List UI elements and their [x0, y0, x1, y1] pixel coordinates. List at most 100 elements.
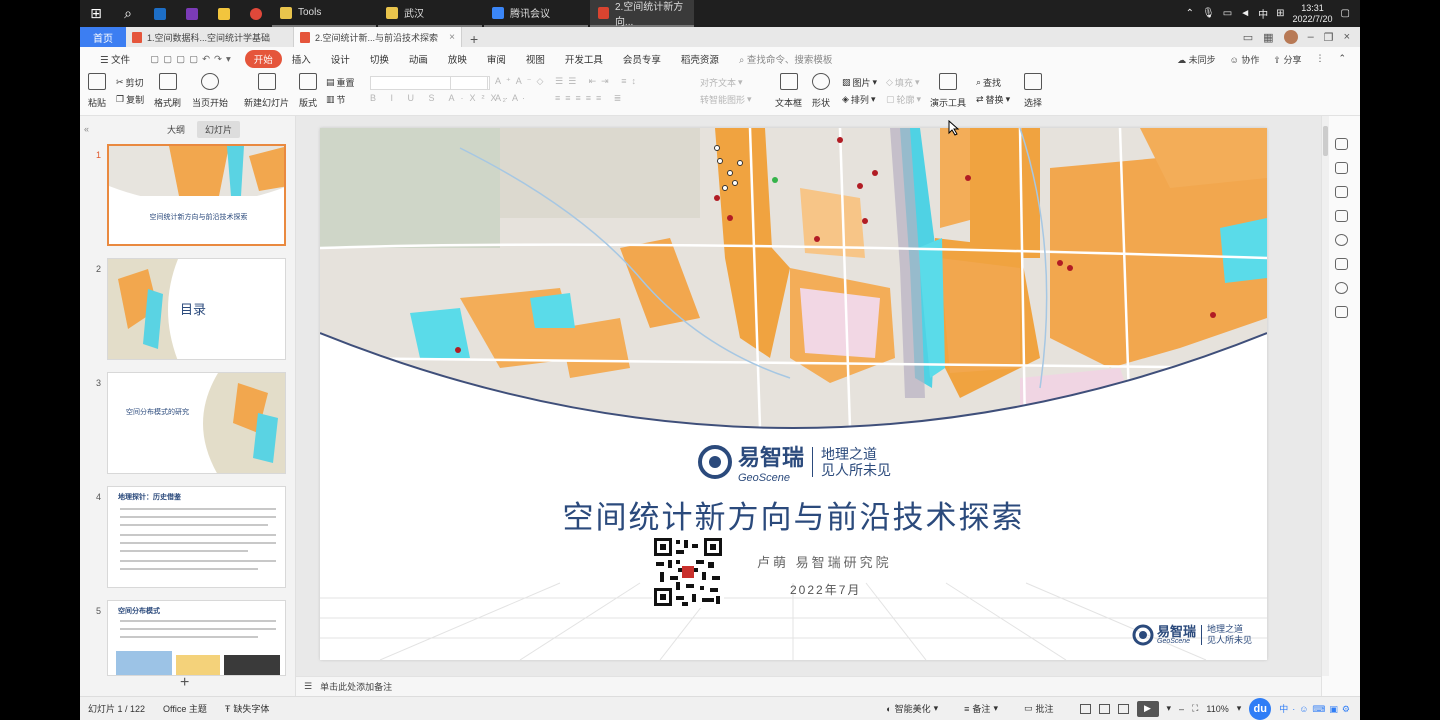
- arrange-button[interactable]: ◈ 排列 ▾: [842, 93, 875, 106]
- presenter-tools-button[interactable]: 演示工具: [930, 73, 966, 109]
- taskbar-app-tencent-meeting[interactable]: 腾讯会议: [484, 0, 588, 27]
- picture-button[interactable]: ▨ 图片 ▾: [842, 76, 877, 89]
- font-size-select[interactable]: [450, 76, 488, 90]
- animation-icon[interactable]: [1335, 138, 1348, 150]
- font-style-controls[interactable]: B I U S A·X²X₂: [370, 93, 512, 103]
- new-slide-button[interactable]: 新建幻灯片: [244, 73, 289, 109]
- tab-outline[interactable]: 大纲: [159, 121, 193, 138]
- paragraph-align-controls[interactable]: ≡≡≡≡≡ ≣: [555, 93, 626, 104]
- chrome-icon[interactable]: [240, 0, 272, 27]
- notification-icon[interactable]: ▢: [1341, 8, 1350, 19]
- format-painter-button[interactable]: 格式刷: [154, 73, 181, 109]
- missing-fonts-button[interactable]: Ŧ 缺失字体: [225, 702, 270, 715]
- slide-date[interactable]: 2022年7月: [790, 581, 861, 598]
- slide-thumbnail-3[interactable]: 空间分布模式的研究: [107, 372, 286, 474]
- vertical-scrollbar[interactable]: [1322, 116, 1329, 676]
- volume-icon[interactable]: ◄: [1240, 8, 1250, 19]
- outline-button[interactable]: ▢ 轮廓 ▾: [886, 93, 921, 106]
- taskbar-app-wps[interactable]: 2.空间统计新方向...: [590, 0, 694, 28]
- menu-review[interactable]: 审阅: [477, 52, 516, 66]
- slide-thumbnail-4[interactable]: 地理探针：历史借鉴: [107, 486, 286, 588]
- clock[interactable]: 13:31 2022/7/20: [1293, 3, 1333, 25]
- slide-canvas[interactable]: 易智瑞 GeoScene 地理之道 见人所未见 空间统计新方向与前沿技术探索 卢…: [320, 128, 1267, 660]
- zoom-out-icon[interactable]: –: [1179, 704, 1184, 714]
- zoom-dropdown-icon[interactable]: ▾: [1237, 703, 1242, 714]
- apps-grid-icon[interactable]: ▦: [1263, 31, 1273, 44]
- textbox-button[interactable]: 文本框: [775, 73, 802, 109]
- tab-home[interactable]: 首页: [80, 27, 126, 47]
- menu-insert[interactable]: 插入: [282, 52, 321, 66]
- replace-button[interactable]: ⇄ 替换 ▾: [976, 93, 1010, 106]
- menu-animations[interactable]: 动画: [399, 52, 438, 66]
- ime-mode-icon[interactable]: ⊞: [1276, 8, 1284, 19]
- chevron-up-icon[interactable]: ⌃: [1186, 8, 1194, 19]
- help-icon[interactable]: [1335, 234, 1348, 246]
- tab-slides[interactable]: 幻灯片: [197, 120, 241, 138]
- ime-indicator[interactable]: 中: [1258, 6, 1268, 21]
- menu-file[interactable]: ☰ 文件: [90, 52, 140, 66]
- sync-status[interactable]: ☁ 未同步: [1177, 53, 1216, 66]
- zoom-level[interactable]: 110%: [1206, 704, 1228, 714]
- backup-icon[interactable]: [1335, 258, 1348, 270]
- onenote-icon[interactable]: [176, 0, 208, 27]
- location-icon[interactable]: [1335, 282, 1348, 294]
- reset-button[interactable]: ▤ 重置: [326, 76, 355, 89]
- properties-icon[interactable]: [1335, 162, 1348, 174]
- taskbar-app-wuhan[interactable]: 武汉: [378, 0, 482, 27]
- tab-document-1[interactable]: 1.空间数据科...空间统计学基础: [126, 27, 294, 47]
- outlook-icon[interactable]: [144, 0, 176, 27]
- sticky-notes-icon[interactable]: [208, 0, 240, 27]
- font-size-controls[interactable]: A⁺A⁻◇: [495, 76, 548, 87]
- list-controls[interactable]: ☰☰ ⇤⇥ ≡↕: [555, 76, 641, 87]
- baidu-input-icon[interactable]: du: [1249, 697, 1272, 720]
- fit-window-icon[interactable]: ⛶: [1192, 703, 1198, 714]
- close-icon[interactable]: ×: [449, 32, 455, 43]
- close-window-icon[interactable]: ×: [1344, 31, 1350, 43]
- find-button[interactable]: ⌕ 查找: [976, 76, 1001, 89]
- layout-toggle-icon[interactable]: ▭: [1243, 31, 1253, 44]
- cut-button[interactable]: ✂ 剪切: [116, 76, 144, 89]
- paste-button[interactable]: 粘贴: [88, 73, 106, 109]
- transition-icon[interactable]: [1335, 186, 1348, 198]
- network-icon[interactable]: ▭: [1223, 8, 1232, 19]
- select-button[interactable]: 选择: [1024, 73, 1042, 109]
- reading-view-icon[interactable]: [1117, 703, 1129, 714]
- collapse-ribbon-icon[interactable]: ⌃: [1338, 53, 1346, 66]
- menu-member[interactable]: 会员专享: [613, 52, 671, 66]
- share-button[interactable]: ⇪ 分享: [1273, 53, 1301, 66]
- menu-developer[interactable]: 开发工具: [555, 52, 613, 66]
- collapse-panel-icon[interactable]: «: [84, 124, 89, 134]
- layout-button[interactable]: 版式: [299, 73, 317, 109]
- play-options-icon[interactable]: ▾: [1167, 703, 1172, 714]
- play-from-current-button[interactable]: 当页开始: [192, 73, 228, 109]
- ime-toolbar[interactable]: 中·☺⌨▣⚙: [1279, 702, 1354, 715]
- microphone-icon[interactable]: 🎙: [1202, 8, 1215, 19]
- slide-sorter-icon[interactable]: [1098, 703, 1110, 714]
- shape-button[interactable]: 形状: [812, 73, 830, 109]
- convert-smartart-button[interactable]: 转智能图形 ▾: [700, 93, 752, 106]
- smart-beautify-button[interactable]: ◐ 智能美化 ▾: [886, 702, 938, 715]
- slide-author[interactable]: 卢萌 易智瑞研究院: [757, 552, 892, 571]
- notes-toggle-button[interactable]: ≡ 备注 ▾: [964, 702, 998, 715]
- minimize-icon[interactable]: –: [1308, 31, 1314, 43]
- add-slide-icon[interactable]: +: [180, 674, 189, 692]
- slide-library-icon[interactable]: [1335, 210, 1348, 222]
- notes-pane[interactable]: ☰ 单击此处添加备注: [296, 676, 1321, 696]
- fill-button[interactable]: ◇ 填充 ▾: [886, 76, 919, 89]
- menu-view[interactable]: 视图: [516, 52, 555, 66]
- slide-thumbnail-5[interactable]: 空间分布模式: [107, 600, 286, 676]
- text-effects[interactable]: A·A·: [495, 93, 529, 103]
- add-tab-icon[interactable]: +: [462, 31, 486, 47]
- slide-title[interactable]: 空间统计新方向与前沿技术探索: [320, 492, 1267, 537]
- align-text-button[interactable]: 对齐文本 ▾: [700, 76, 743, 89]
- section-button[interactable]: ▥ 节: [326, 93, 346, 106]
- menu-docer[interactable]: 稻壳资源: [671, 52, 729, 66]
- collaborate-button[interactable]: ☺ 协作: [1230, 53, 1260, 66]
- menu-design[interactable]: 设计: [321, 52, 360, 66]
- search-icon[interactable]: ⌕: [112, 0, 144, 27]
- slide-thumbnail-2[interactable]: 目录: [107, 258, 286, 360]
- scrollbar-thumb[interactable]: [1323, 126, 1328, 156]
- more-icon[interactable]: ⋮: [1315, 53, 1324, 66]
- windows-start-icon[interactable]: ⊞: [80, 0, 112, 27]
- menu-slideshow[interactable]: 放映: [438, 52, 477, 66]
